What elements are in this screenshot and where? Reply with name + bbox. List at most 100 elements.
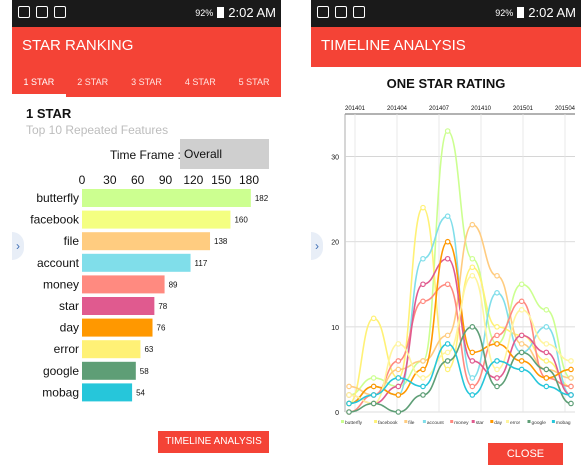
y-tick-label: 20: [331, 240, 339, 247]
page-title: 1 STAR: [26, 106, 72, 121]
legend-entry: facebook: [378, 420, 398, 426]
data-point: [444, 255, 451, 262]
data-point: [395, 341, 402, 347]
data-point: [346, 409, 352, 415]
bar-category-label: facebook: [30, 213, 80, 227]
tab-3-star[interactable]: 3 STAR: [120, 67, 174, 97]
data-point: [518, 298, 525, 305]
data-point: [494, 375, 500, 381]
close-button[interactable]: CLOSE: [488, 443, 563, 465]
app-title: STAR RANKING: [12, 27, 281, 67]
data-point: [518, 349, 525, 356]
bar-value-label: 58: [140, 367, 149, 376]
data-point: [420, 255, 426, 262]
legend-swatch: [404, 420, 408, 423]
legend-entry: error: [510, 420, 521, 426]
data-point: [494, 290, 500, 296]
data-point: [444, 349, 451, 356]
battery-percent: 92%: [495, 7, 514, 18]
legend-swatch: [374, 420, 378, 423]
data-point: [444, 281, 451, 288]
data-point: [518, 281, 525, 288]
bar: [82, 297, 155, 315]
legend-swatch: [551, 420, 555, 423]
data-point: [469, 392, 476, 398]
data-point: [469, 264, 476, 271]
x-tick-label: 201404: [387, 106, 408, 112]
legend-swatch: [450, 420, 454, 423]
time-frame-select[interactable]: Overall: [180, 139, 269, 169]
status-info: 92% 2:02 AM: [195, 5, 276, 20]
data-point: [494, 341, 500, 347]
bar-category-label: account: [37, 256, 80, 270]
data-point: [395, 366, 402, 373]
x-tick-label: 30: [103, 173, 117, 187]
data-point: [420, 281, 426, 288]
timeline-analysis-button[interactable]: TIMELINE ANALYSIS: [158, 431, 269, 453]
data-point: [444, 332, 451, 339]
chart-title: ONE STAR RATING: [386, 76, 506, 91]
y-tick-label: 10: [331, 325, 339, 332]
bar-category-label: day: [60, 321, 79, 335]
clock: 2:02 AM: [528, 5, 576, 20]
tab-2-star[interactable]: 2 STAR: [66, 67, 120, 97]
data-point: [469, 272, 476, 279]
legend-swatch: [527, 420, 531, 423]
x-tick-label: 201410: [471, 106, 492, 112]
data-point: [420, 375, 426, 381]
data-point: [494, 332, 500, 339]
star-tabs: 1 STAR 2 STAR 3 STAR 4 STAR 5 STAR: [12, 67, 281, 97]
data-point: [518, 358, 525, 364]
data-point: [444, 366, 451, 373]
data-point: [395, 375, 402, 381]
data-point: [543, 366, 550, 373]
data-point: [568, 400, 574, 407]
data-point: [518, 332, 525, 339]
data-point: [395, 392, 402, 398]
data-point: [420, 298, 426, 305]
bar: [82, 361, 136, 380]
data-point: [469, 324, 476, 330]
page-subtitle: Top 10 Repeated Features: [26, 123, 169, 137]
data-point: [469, 221, 476, 228]
feature-bar-chart: 0 30 60 90 120 150 180 butterfly 182 facebook 160 f…: [30, 173, 269, 402]
legend-entry: account: [427, 420, 444, 426]
legend-entry: file: [408, 420, 414, 426]
bar: [82, 232, 211, 251]
x-tick-label: 201504: [555, 106, 576, 112]
bar: [82, 253, 191, 272]
data-point: [494, 383, 500, 390]
bar-value-label: 138: [214, 237, 228, 246]
x-tick-label: 0: [79, 173, 86, 187]
data-point: [469, 375, 476, 381]
battery-percent: 92%: [195, 7, 214, 18]
bar-category-label: butterfly: [36, 191, 79, 205]
bar-category-label: money: [43, 277, 79, 291]
data-point: [444, 238, 451, 245]
data-point: [543, 349, 550, 356]
data-point: [395, 383, 402, 390]
tab-4-star[interactable]: 4 STAR: [173, 67, 227, 97]
data-point: [444, 341, 451, 347]
data-point: [395, 358, 402, 364]
data-point: [420, 392, 426, 398]
data-point: [543, 375, 550, 381]
data-point: [469, 255, 476, 262]
bar-value-label: 89: [169, 280, 178, 289]
data-point: [420, 358, 426, 364]
data-point: [518, 307, 525, 313]
data-point: [370, 315, 377, 322]
data-point: [444, 213, 451, 219]
data-point: [568, 358, 574, 364]
legend-entry: google: [532, 420, 547, 426]
battery-icon: [517, 7, 525, 18]
bar: [82, 318, 153, 337]
tab-5-star[interactable]: 5 STAR: [227, 67, 281, 97]
tab-1-star[interactable]: 1 STAR: [12, 67, 66, 97]
data-point: [370, 383, 377, 390]
notification-icons: [18, 6, 66, 18]
status-bar: 92% 2:02 AM: [311, 0, 581, 27]
data-point: [346, 383, 352, 390]
data-point: [420, 366, 426, 373]
y-tick-label: 30: [331, 155, 339, 162]
